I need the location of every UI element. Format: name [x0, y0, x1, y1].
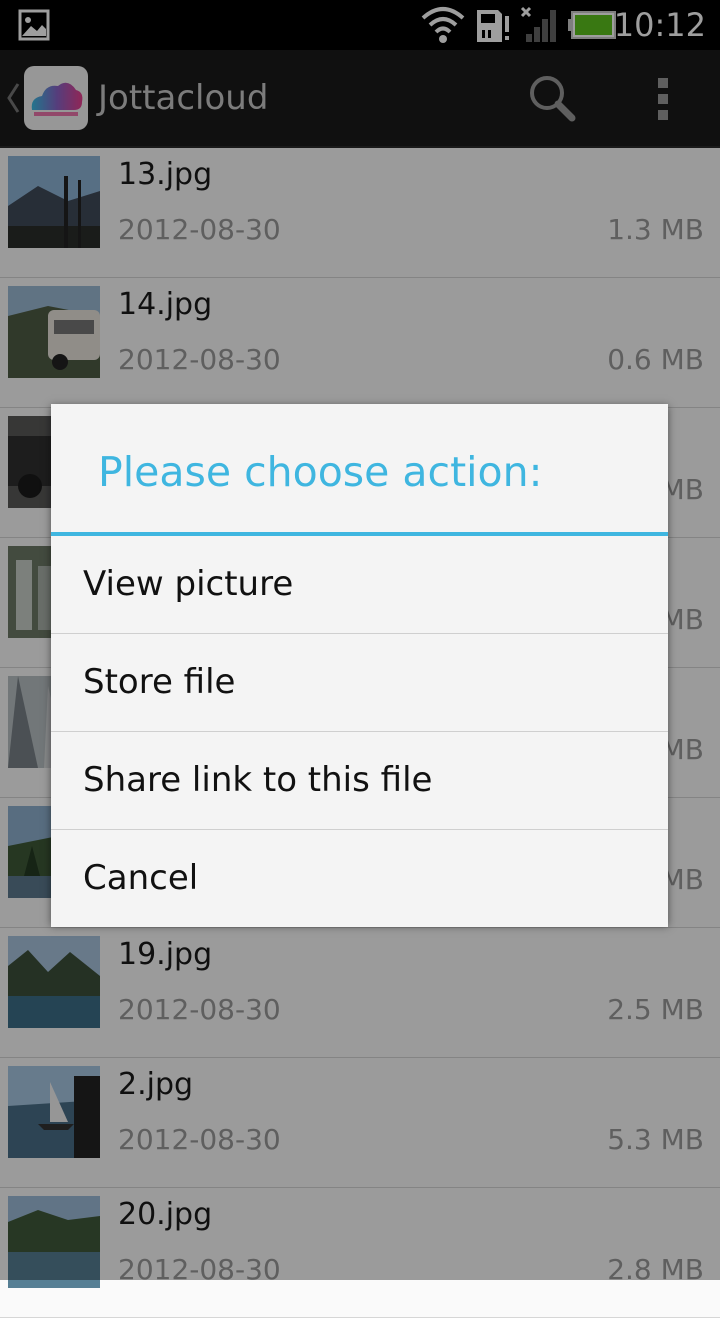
option-label: Cancel [83, 858, 199, 898]
cancel-option[interactable]: Cancel [51, 830, 668, 927]
share-link-option[interactable]: Share link to this file [51, 732, 668, 830]
store-file-option[interactable]: Store file [51, 634, 668, 732]
view-picture-option[interactable]: View picture [51, 536, 668, 634]
dialog-title: Please choose action: [98, 448, 543, 496]
action-dialog: Please choose action: View picture Store… [51, 404, 668, 927]
option-label: Share link to this file [83, 760, 433, 800]
option-label: Store file [83, 662, 236, 702]
option-label: View picture [83, 564, 294, 604]
